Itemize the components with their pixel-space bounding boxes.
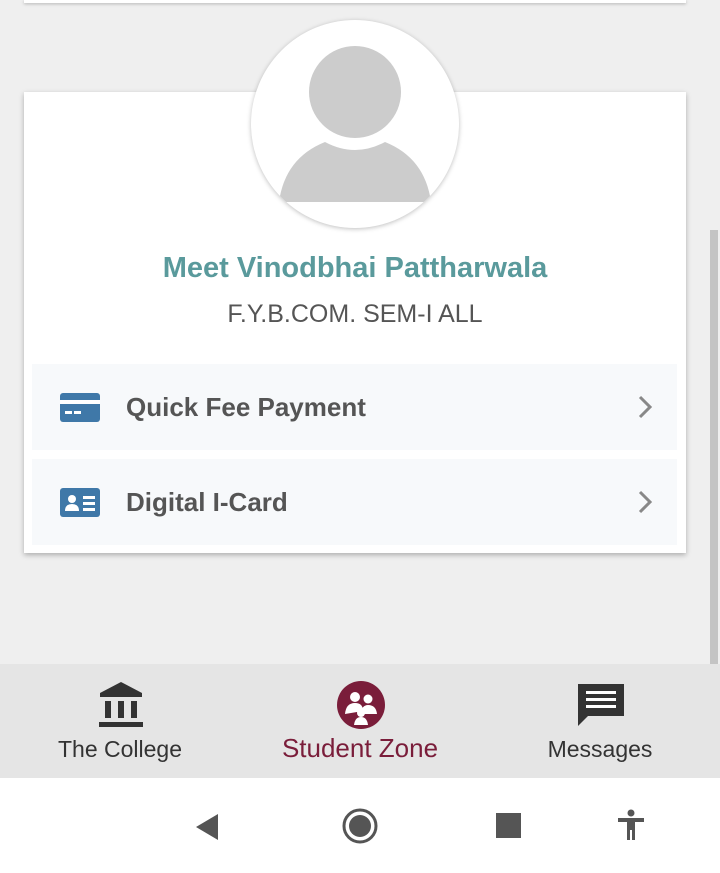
chevron-right-icon	[635, 488, 655, 516]
recents-icon[interactable]	[496, 813, 521, 843]
student-name: Meet Vinodbhai Pattharwala	[162, 252, 548, 284]
bottom-navigation: The College Student Zone Messages	[0, 664, 720, 778]
tab-messages[interactable]: Messages	[480, 664, 720, 778]
student-class: F.Y.B.COM. SEM-I ALL	[227, 300, 483, 328]
back-icon[interactable]	[194, 812, 222, 847]
tab-the-college[interactable]: The College	[0, 664, 240, 778]
digital-icard-label: Digital I-Card	[126, 486, 288, 517]
person-placeholder-icon	[279, 46, 431, 202]
chevron-right-icon	[635, 393, 655, 421]
scrollbar[interactable]	[710, 230, 718, 665]
digital-icard-item[interactable]: Digital I-Card	[32, 459, 677, 545]
home-icon[interactable]	[341, 807, 379, 850]
tab-student-zone-label: Student Zone	[281, 733, 439, 763]
quick-fee-payment-item[interactable]: Quick Fee Payment	[32, 364, 677, 450]
tab-the-college-label: The College	[57, 736, 183, 762]
message-icon	[576, 680, 626, 730]
student-group-icon	[336, 680, 386, 730]
tab-messages-label: Messages	[547, 736, 653, 762]
previous-card-edge	[24, 0, 686, 3]
accessibility-icon[interactable]	[616, 809, 646, 846]
quick-fee-payment-label: Quick Fee Payment	[126, 391, 366, 422]
system-navigation-bar	[0, 778, 720, 873]
avatar	[251, 20, 459, 228]
tab-student-zone[interactable]: Student Zone	[240, 664, 480, 778]
college-building-icon	[96, 680, 146, 730]
id-card-icon	[60, 486, 100, 518]
credit-card-icon	[60, 391, 100, 423]
